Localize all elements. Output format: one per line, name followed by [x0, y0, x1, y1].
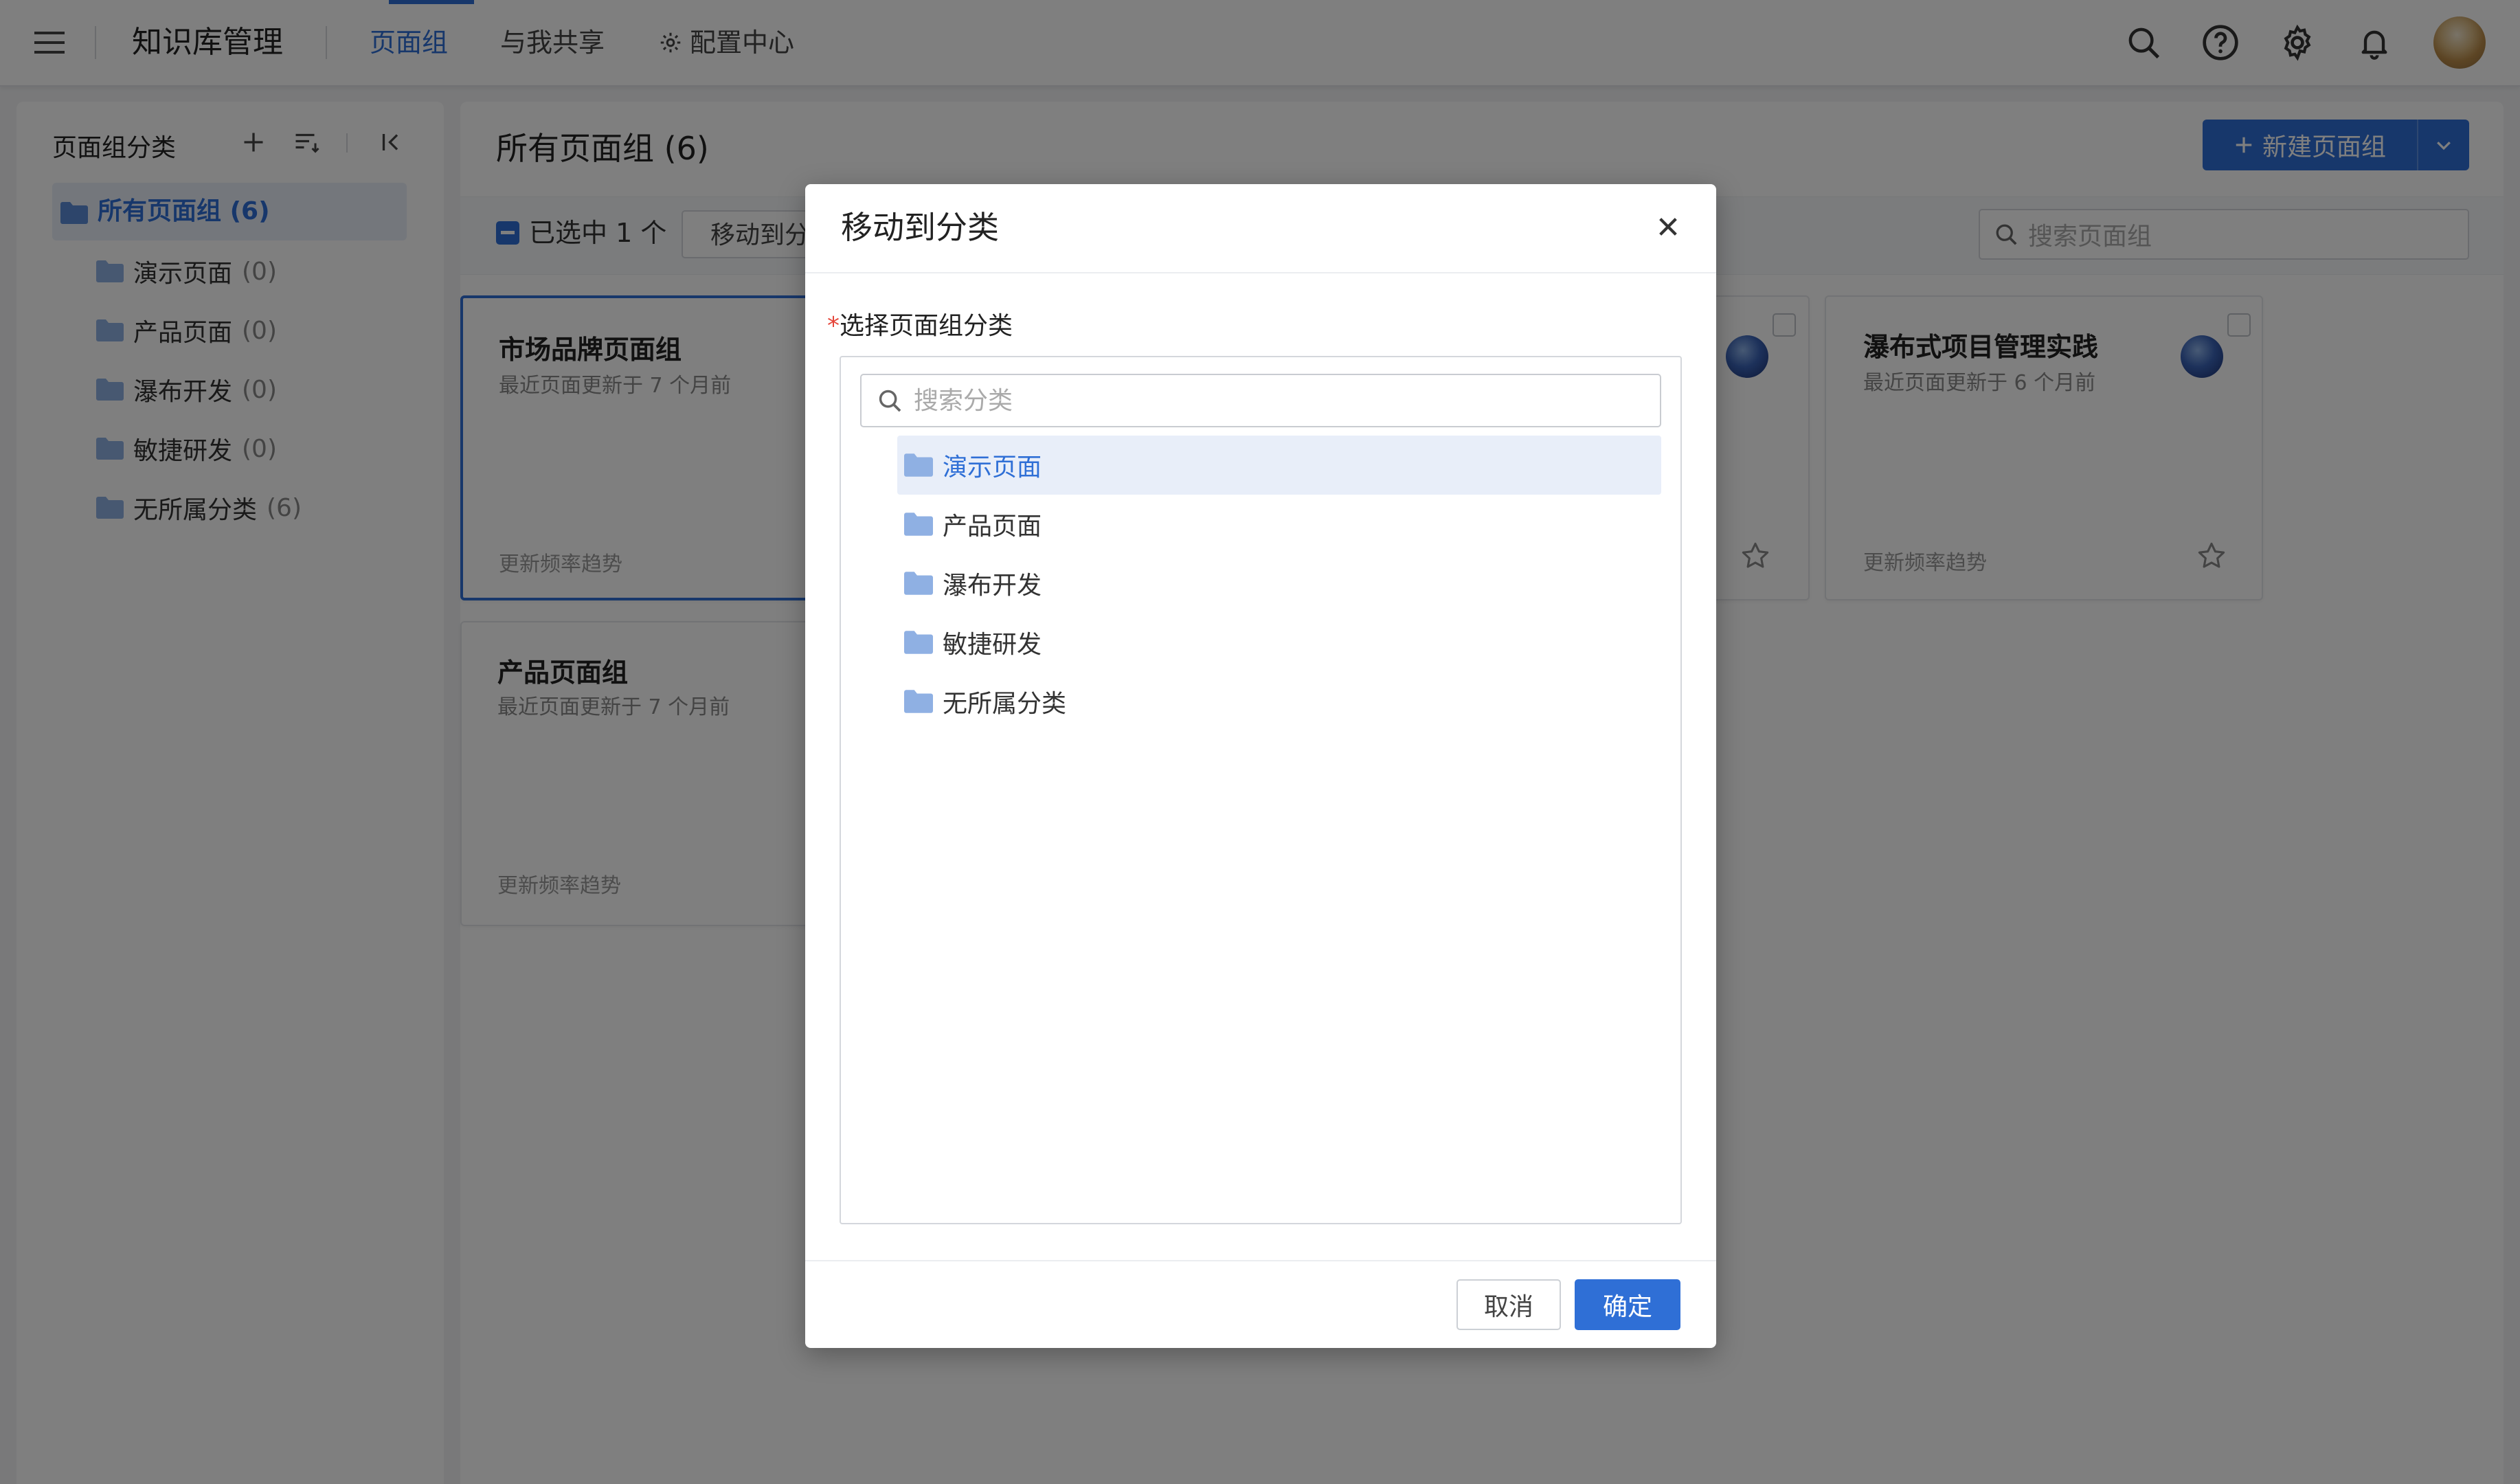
confirm-button[interactable]: 确定	[1575, 1279, 1680, 1330]
folder-icon	[904, 513, 933, 536]
tree-item-demo[interactable]: 演示页面	[897, 436, 1661, 495]
dialog-title: 移动到分类	[841, 209, 999, 246]
tree-item-label: 演示页面	[943, 453, 1042, 482]
close-icon[interactable]	[1647, 206, 1689, 247]
tree-item-label: 产品页面	[943, 513, 1042, 541]
search-icon	[877, 387, 903, 414]
folder-icon	[904, 453, 933, 477]
divider	[805, 272, 1716, 273]
tree-item-product[interactable]: 产品页面	[897, 495, 1661, 554]
category-search-input[interactable]	[912, 385, 1602, 416]
category-search-field[interactable]	[860, 374, 1661, 427]
folder-icon	[904, 631, 933, 654]
divider	[805, 1260, 1716, 1261]
tree-item-label: 敏捷研发	[943, 631, 1042, 659]
folder-icon	[904, 690, 933, 713]
tree-item-uncategorized[interactable]: 无所属分类	[897, 672, 1661, 731]
tree-item-waterfall[interactable]: 瀑布开发	[897, 554, 1661, 613]
folder-icon	[904, 572, 933, 595]
category-field-label: *选择页面组分类	[827, 312, 1013, 340]
tree-item-label: 无所属分类	[943, 690, 1067, 718]
tree-item-agile[interactable]: 敏捷研发	[897, 613, 1661, 672]
tree-item-label: 瀑布开发	[943, 572, 1042, 600]
cancel-button[interactable]: 取消	[1456, 1279, 1561, 1330]
required-mark: *	[827, 312, 840, 340]
